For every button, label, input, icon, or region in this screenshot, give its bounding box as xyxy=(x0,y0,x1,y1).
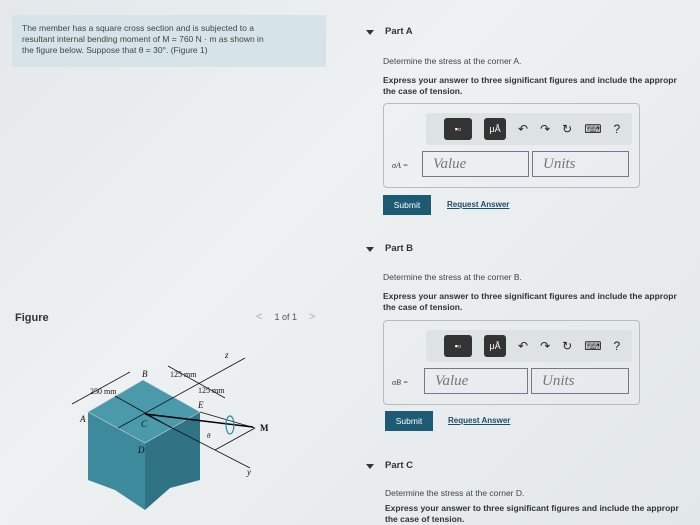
reset-icon[interactable]: ↻ xyxy=(562,122,572,136)
label-e: E xyxy=(197,400,204,410)
part-a-instructions: Express your answer to three significant… xyxy=(383,75,677,96)
part-b-instructions: Express your answer to three significant… xyxy=(383,291,677,312)
dim-250: 250 mm xyxy=(90,387,117,396)
units-input[interactable] xyxy=(532,151,629,177)
label-theta: θ xyxy=(207,432,211,440)
part-c-title[interactable]: Part C xyxy=(385,460,413,471)
part-c-instructions: Express your answer to three significant… xyxy=(385,503,679,524)
math-toolbar: ▪▫ μÅ ↶ ↷ ↻ ⌨ ? xyxy=(426,330,632,362)
label-z: z xyxy=(224,350,229,360)
problem-line: resultant internal bending moment of M =… xyxy=(22,34,264,44)
math-toolbar: ▪▫ μÅ ↶ ↷ ↻ ⌨ ? xyxy=(426,113,632,145)
redo-icon[interactable]: ↷ xyxy=(540,122,550,136)
part-b-answer-box: ▪▫ μÅ ↶ ↷ ↻ ⌨ ? σB = xyxy=(383,320,640,405)
keyboard-icon[interactable]: ⌨ xyxy=(584,339,601,353)
part-a-question: Determine the stress at the corner A. xyxy=(383,56,522,66)
prev-figure-button[interactable]: < xyxy=(256,311,262,323)
keyboard-icon[interactable]: ⌨ xyxy=(584,122,601,136)
help-icon[interactable]: ? xyxy=(614,339,621,353)
redo-icon[interactable]: ↷ xyxy=(540,339,550,353)
label-a: A xyxy=(79,414,86,424)
part-b-title[interactable]: Part B xyxy=(385,243,413,254)
problem-line: the figure below. Suppose that θ = 30°. … xyxy=(22,45,208,55)
part-a-title[interactable]: Part A xyxy=(385,26,413,37)
collapse-part-c-icon[interactable] xyxy=(366,464,374,469)
dim-125-b: 125 mm xyxy=(198,386,225,395)
label-c: C xyxy=(141,419,148,429)
part-b-question: Determine the stress at the corner B. xyxy=(383,272,522,282)
templates-button[interactable]: ▪▫ xyxy=(444,118,472,140)
units-input[interactable] xyxy=(531,368,629,394)
part-a-answer-box: ▪▫ μÅ ↶ ↷ ↻ ⌨ ? σA = xyxy=(383,103,640,188)
figure-label: Figure xyxy=(15,312,49,324)
undo-icon[interactable]: ↶ xyxy=(518,122,528,136)
collapse-part-a-icon[interactable] xyxy=(366,30,374,35)
value-input[interactable] xyxy=(422,151,529,177)
problem-statement: The member has a square cross section an… xyxy=(12,15,326,67)
sigma-b-label: σB = xyxy=(392,378,409,387)
symbols-button[interactable]: μÅ xyxy=(484,118,506,140)
request-answer-link[interactable]: Request Answer xyxy=(447,200,509,209)
sigma-a-label: σA = xyxy=(392,161,409,170)
label-d: D xyxy=(137,445,145,455)
symbols-button[interactable]: μÅ xyxy=(484,335,506,357)
submit-button[interactable]: Submit xyxy=(385,411,433,431)
help-icon[interactable]: ? xyxy=(614,122,621,136)
reset-icon[interactable]: ↻ xyxy=(562,339,572,353)
request-answer-link[interactable]: Request Answer xyxy=(448,416,510,425)
problem-line: The member has a square cross section an… xyxy=(22,23,254,33)
collapse-part-b-icon[interactable] xyxy=(366,247,374,252)
label-b: B xyxy=(142,369,148,379)
part-c-question: Determine the stress at the corner D. xyxy=(385,488,525,498)
value-input[interactable] xyxy=(424,368,528,394)
next-figure-button[interactable]: > xyxy=(309,311,315,323)
label-y: y xyxy=(246,467,251,477)
templates-button[interactable]: ▪▫ xyxy=(444,335,472,357)
figure-diagram: B A C D E M z y θ 250 mm 125 mm 125 mm xyxy=(71,350,269,510)
figure-pager: < 1 of 1 > xyxy=(256,311,315,323)
undo-icon[interactable]: ↶ xyxy=(518,339,528,353)
pager-text: 1 of 1 xyxy=(274,312,297,322)
dim-125-a: 125 mm xyxy=(170,370,197,379)
label-m: M xyxy=(260,423,269,433)
submit-button[interactable]: Submit xyxy=(383,195,431,215)
